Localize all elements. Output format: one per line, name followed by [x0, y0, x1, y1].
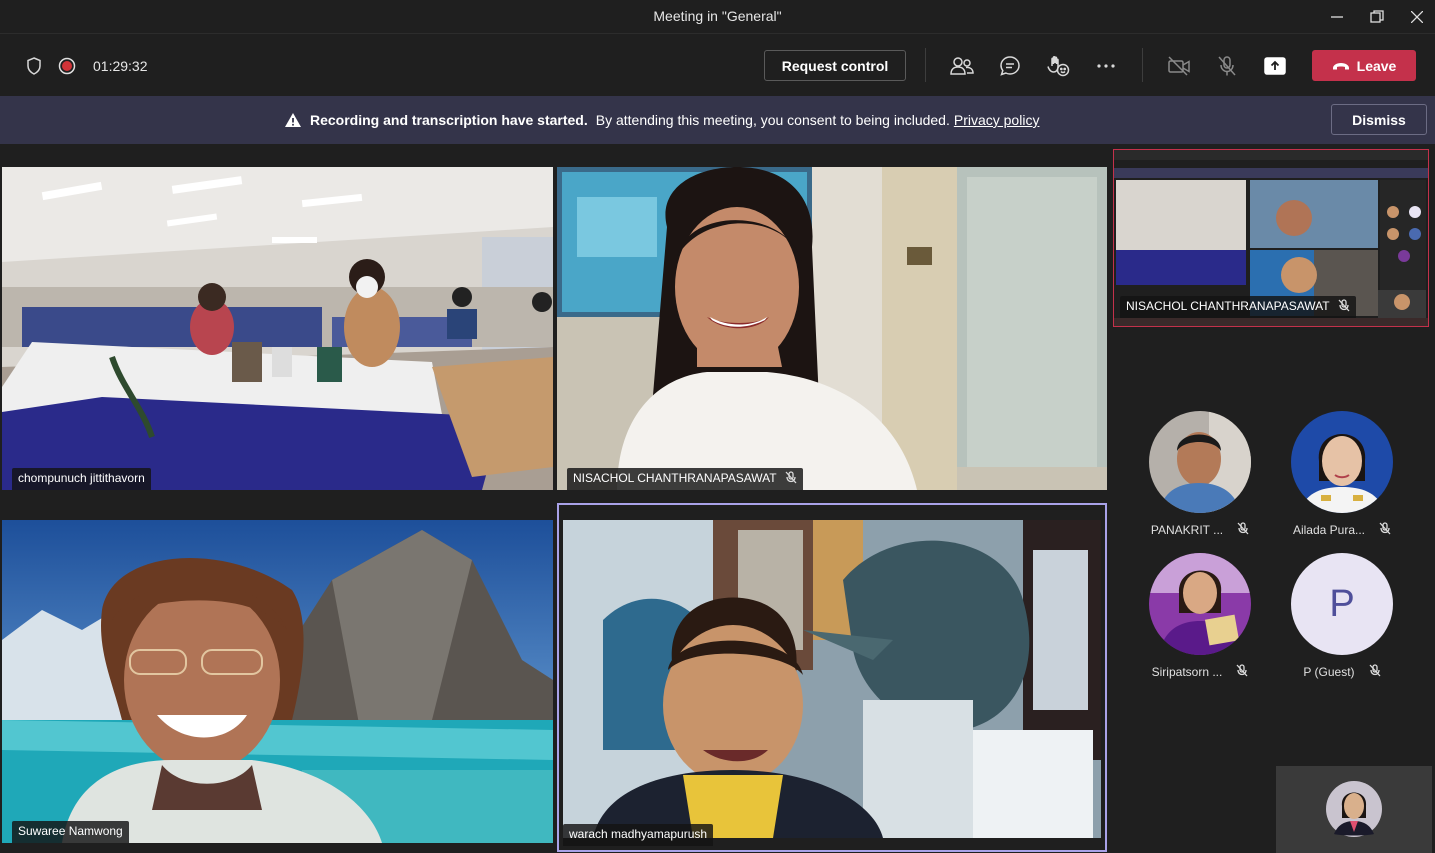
avatar: [1149, 553, 1251, 655]
video-feed-nisachol: [557, 167, 1107, 490]
participant-siripatsorn[interactable]: Siripatsorn ...: [1145, 553, 1255, 680]
request-control-button[interactable]: Request control: [764, 50, 906, 81]
participant-name: warach madhyamapurush: [569, 827, 708, 841]
avatar-initial: P: [1291, 553, 1393, 655]
avatar-initial-letter: P: [1329, 582, 1355, 625]
participant-ailada[interactable]: Ailada Pura...: [1287, 411, 1397, 538]
leave-button[interactable]: Leave: [1312, 50, 1416, 81]
participant-name-row: P (Guest): [1287, 664, 1397, 680]
restore-icon: [1370, 10, 1384, 23]
warning-icon: [285, 113, 301, 127]
participant-guest[interactable]: P P (Guest): [1287, 553, 1397, 680]
mic-off-icon: [1338, 299, 1350, 315]
participant-name-row: PANAKRIT ...: [1145, 522, 1255, 538]
reactions-icon[interactable]: [1044, 53, 1072, 79]
minimize-icon: [1331, 16, 1343, 18]
window-title: Meeting in "General": [653, 8, 782, 24]
screen-share-name: NISACHOL CHANTHRANAPASAWAT: [1126, 299, 1330, 313]
mic-off-icon: [1369, 664, 1381, 680]
chat-icon[interactable]: [996, 53, 1024, 79]
banner-message: Recording and transcription have started…: [284, 112, 1039, 128]
meeting-toolbar: 01:29:32 Request control Leave: [0, 35, 1435, 96]
participant-name-row: Siripatsorn ...: [1145, 664, 1255, 680]
toolbar-divider: [1142, 48, 1143, 82]
participant-name: PANAKRIT ...: [1150, 523, 1224, 537]
hang-up-icon: [1332, 62, 1349, 69]
video-tile[interactable]: NISACHOL CHANTHRANAPASAWAT: [557, 167, 1107, 490]
participants-icon[interactable]: [948, 53, 976, 79]
participant-name-row: Ailada Pura...: [1287, 522, 1397, 538]
video-tile[interactable]: chompunuch jittithavorn: [2, 167, 553, 490]
title-bar: Meeting in "General": [0, 0, 1435, 34]
self-view[interactable]: [1276, 766, 1432, 853]
mic-off-icon: [1236, 664, 1248, 680]
video-feed-suwaree: [2, 520, 553, 843]
screen-share-thumbnail[interactable]: NISACHOL CHANTHRANAPASAWAT: [1113, 149, 1429, 327]
leave-label: Leave: [1356, 57, 1397, 74]
participant-name: chompunuch jittithavorn: [18, 471, 145, 485]
shield-icon[interactable]: [20, 53, 48, 79]
recording-indicator-icon: [53, 53, 81, 79]
participant-name: Siripatsorn ...: [1151, 665, 1223, 679]
close-icon: [1411, 11, 1423, 23]
mic-off-icon: [1379, 522, 1391, 538]
participant-name: P (Guest): [1303, 665, 1355, 679]
participant-name: NISACHOL CHANTHRANAPASAWAT: [573, 471, 777, 485]
privacy-policy-link[interactable]: Privacy policy: [954, 112, 1040, 128]
participant-name: Suwaree Namwong: [18, 824, 123, 838]
participant-name: Ailada Pura...: [1292, 523, 1366, 537]
meeting-timer: 01:29:32: [93, 58, 148, 74]
participant-panakrit[interactable]: PANAKRIT ...: [1145, 411, 1255, 538]
video-feed-classroom: [2, 167, 553, 490]
video-tile[interactable]: Suwaree Namwong: [2, 520, 553, 843]
participant-name-tag: chompunuch jittithavorn: [12, 468, 151, 490]
banner-text: By attending this meeting, you consent t…: [595, 112, 950, 128]
recording-banner: Recording and transcription have started…: [0, 96, 1435, 144]
participant-name-tag: warach madhyamapurush: [563, 824, 714, 846]
share-screen-icon[interactable]: [1261, 53, 1289, 79]
close-button[interactable]: [1397, 0, 1435, 34]
more-options-icon[interactable]: [1092, 53, 1120, 79]
avatar: [1149, 411, 1251, 513]
avatar: [1291, 411, 1393, 513]
video-feed-warach: [563, 520, 1101, 838]
restore-button[interactable]: [1357, 0, 1397, 34]
banner-bold-text: Recording and transcription have started…: [310, 112, 588, 128]
mic-off-icon: [785, 471, 797, 487]
participant-name-tag: NISACHOL CHANTHRANAPASAWAT: [567, 468, 803, 490]
participant-name-tag: Suwaree Namwong: [12, 821, 129, 843]
toolbar-divider: [925, 48, 926, 82]
mic-off-icon[interactable]: [1213, 53, 1241, 79]
screen-share-name-tag: NISACHOL CHANTHRANAPASAWAT: [1120, 296, 1356, 318]
mic-off-icon: [1237, 522, 1249, 538]
camera-off-icon[interactable]: [1165, 53, 1193, 79]
video-tile-active-speaker[interactable]: warach madhyamapurush: [557, 503, 1107, 852]
minimize-button[interactable]: [1317, 0, 1357, 34]
self-view-avatar: [1276, 766, 1432, 853]
dismiss-button[interactable]: Dismiss: [1331, 104, 1427, 135]
